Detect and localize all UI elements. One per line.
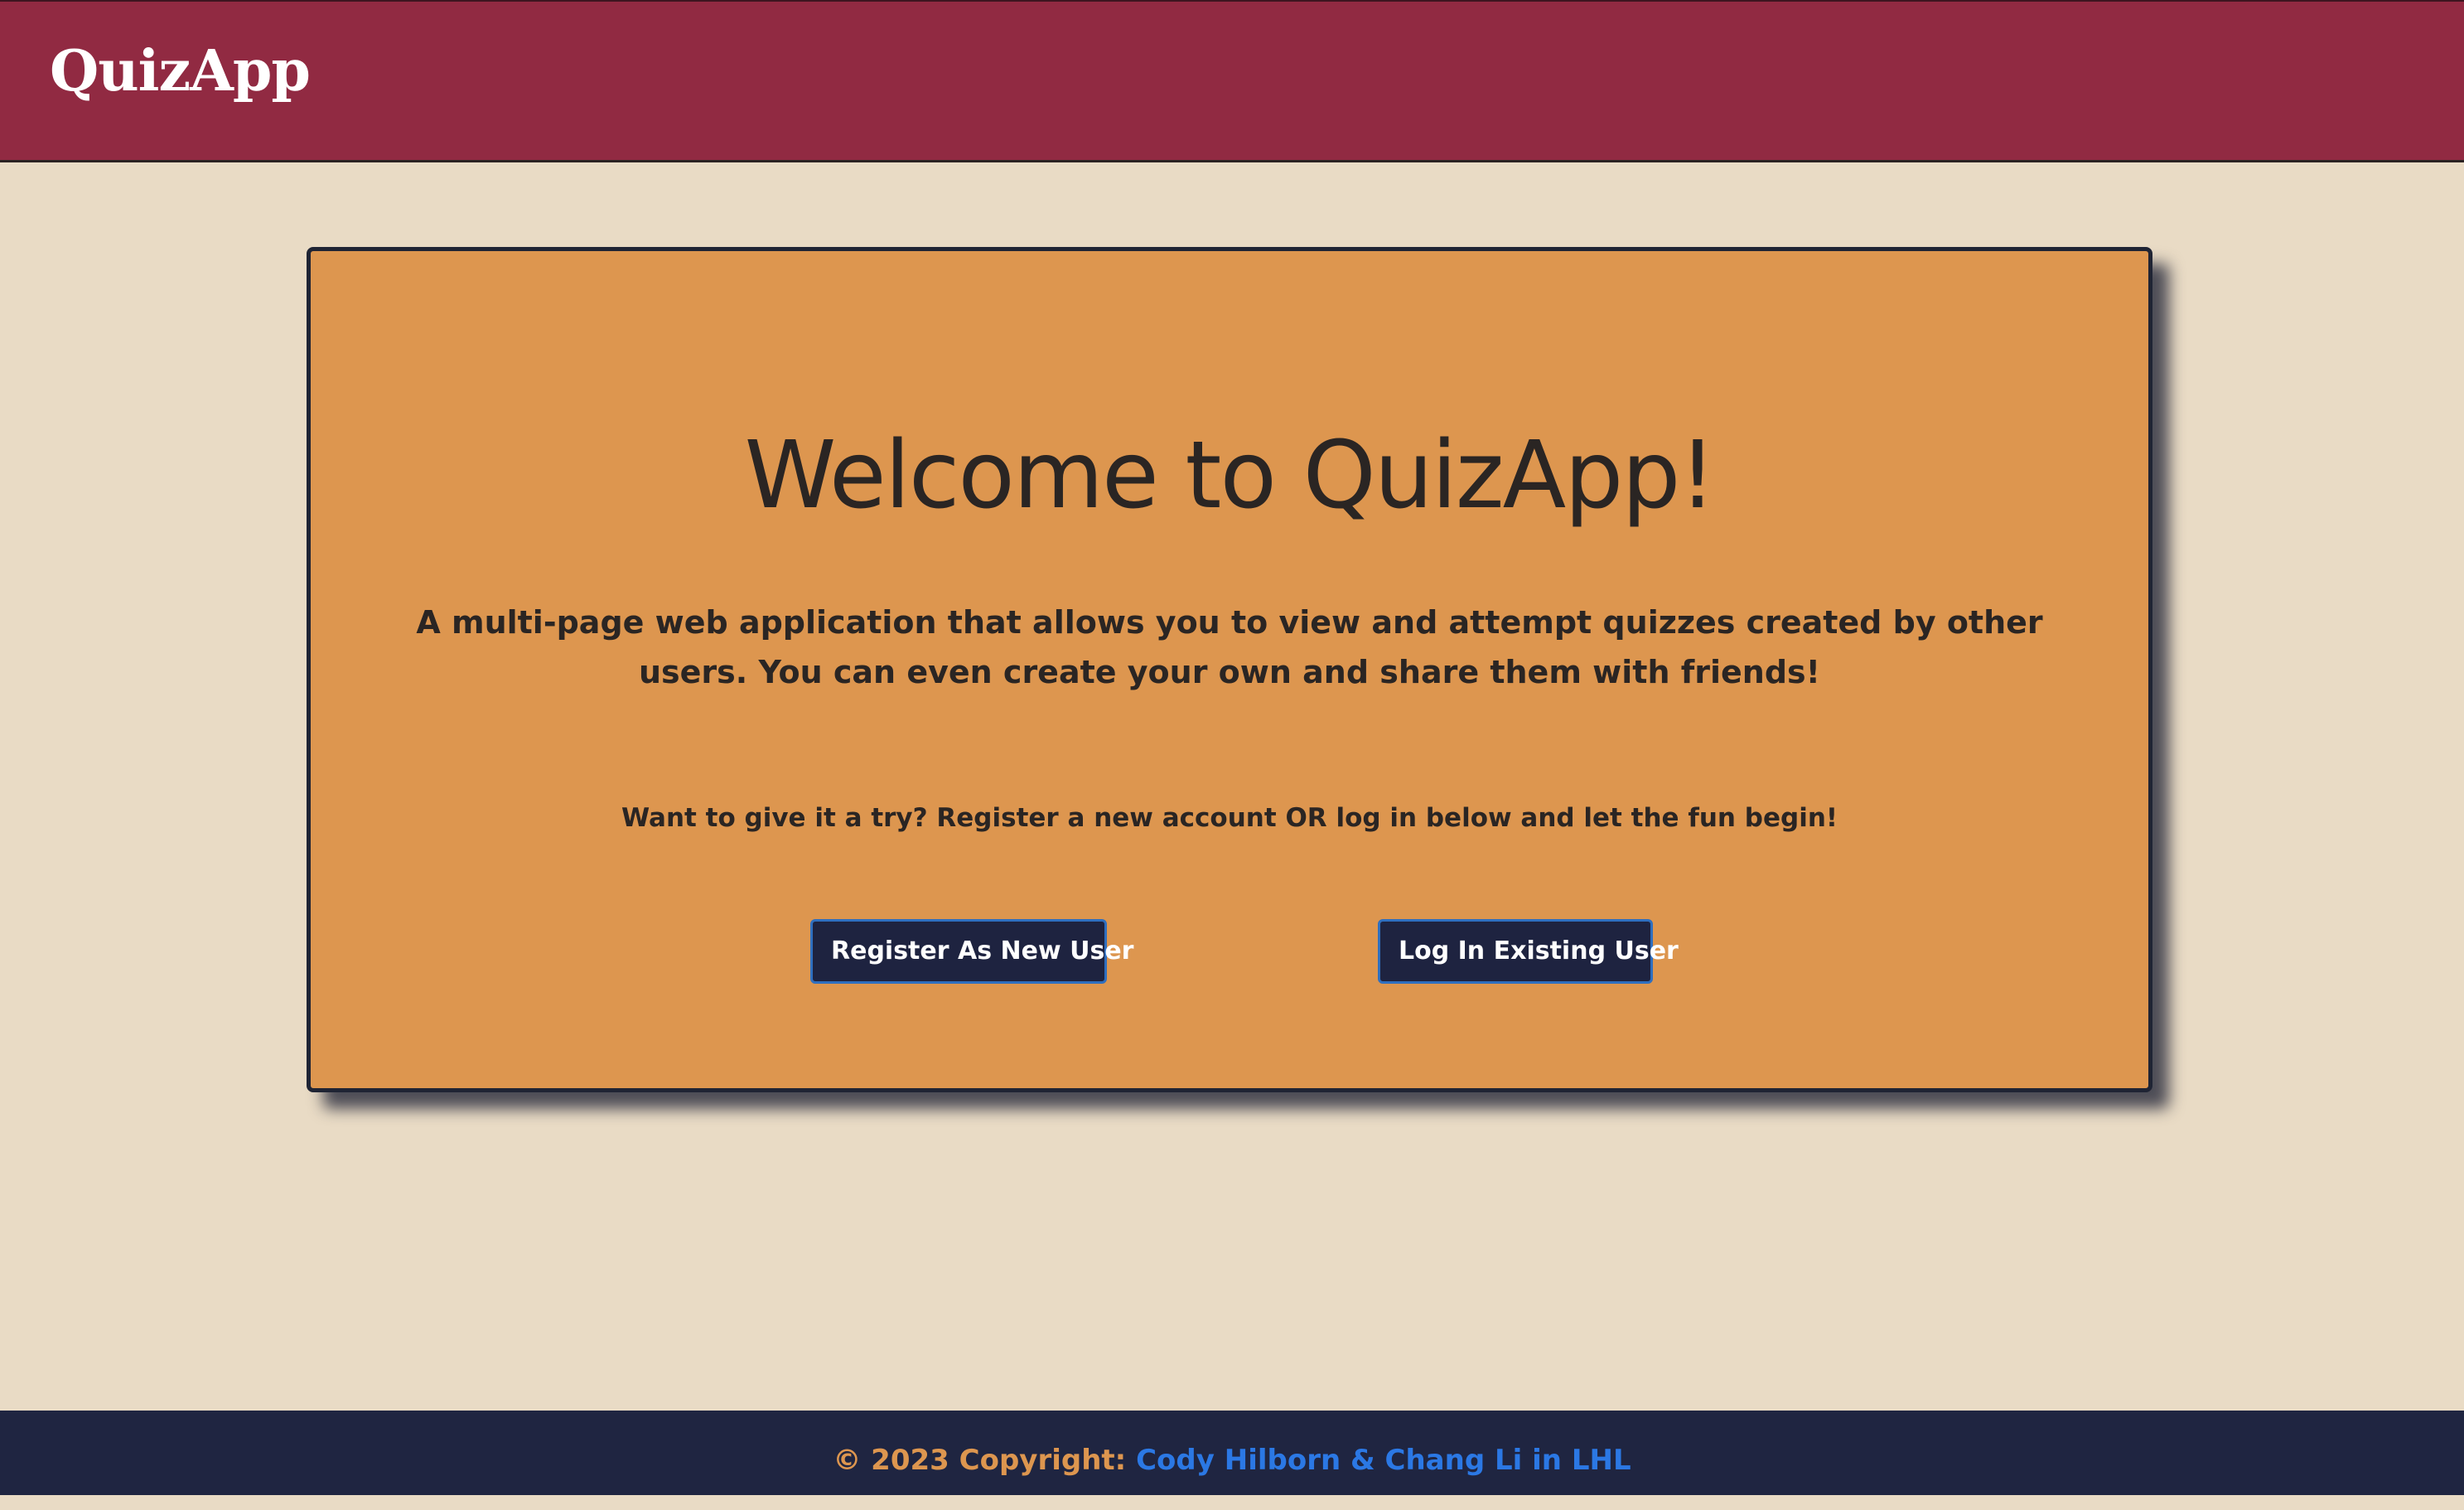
app-description: A multi-page web application that allows… [416, 604, 2043, 690]
main-content: Welcome to QuizApp! A multi-page web app… [0, 162, 2464, 1411]
top-navbar: QuizApp [0, 0, 2464, 162]
brand-logo-link[interactable]: QuizApp [50, 43, 311, 99]
register-button[interactable]: Register As New User [810, 919, 1133, 984]
login-button[interactable]: Log In Existing User [1378, 919, 1679, 984]
call-to-action-text: Want to give it a try? Register a new ac… [621, 803, 1838, 833]
page-footer: © 2023 Copyright: Cody Hilborn & Chang L… [0, 1411, 2464, 1495]
welcome-card: Welcome to QuizApp! A multi-page web app… [307, 247, 2152, 1092]
welcome-title: Welcome to QuizApp! [744, 422, 1717, 530]
authors-link[interactable]: Cody Hilborn & Chang Li in LHL [1136, 1444, 1631, 1477]
footer-copyright: © 2023 Copyright: Cody Hilborn & Chang L… [0, 1411, 2464, 1510]
copyright-text: © 2023 Copyright: [833, 1444, 1137, 1477]
